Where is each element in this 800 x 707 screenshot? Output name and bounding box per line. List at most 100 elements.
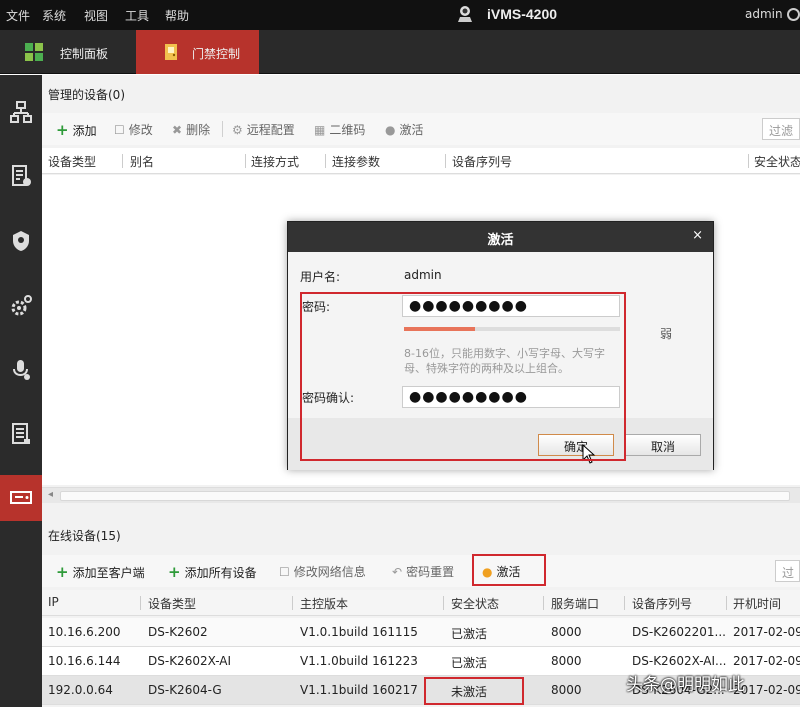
- bulb-icon: ●: [385, 123, 396, 137]
- sidebar-item-settings[interactable]: [0, 283, 42, 329]
- column-divider: [624, 596, 625, 610]
- column-divider: [543, 596, 544, 610]
- modify-button[interactable]: ☐ 修改: [114, 121, 153, 138]
- column-divider: [726, 596, 727, 610]
- scrollbar-thumb[interactable]: [60, 491, 790, 501]
- cell-port: 8000: [551, 625, 582, 639]
- cell-boot-time: 2017-02-09: [733, 625, 800, 639]
- qr-code-button[interactable]: ▦ 二维码: [314, 121, 365, 138]
- door-device-icon: [10, 491, 32, 504]
- cancel-button[interactable]: 取消: [625, 434, 701, 456]
- dialog-title-bar: 激活 ×: [288, 222, 713, 252]
- cell-version: V1.0.1build 161115: [300, 625, 418, 639]
- column-header[interactable]: 主控版本: [300, 595, 348, 612]
- menu-bar: 文件 系统 视图 工具 帮助 iVMS-4200 admin: [0, 0, 800, 30]
- dialog-title: 激活: [487, 233, 514, 248]
- cell-port: 8000: [551, 683, 582, 697]
- add-all-devices-button[interactable]: + 添加所有设备: [168, 563, 257, 581]
- sidebar-item-report[interactable]: [0, 411, 42, 457]
- column-divider: [122, 154, 123, 168]
- menu-file[interactable]: 文件: [6, 7, 30, 24]
- menu-system[interactable]: 系统: [42, 7, 66, 24]
- cell-ip: 10.16.6.200: [48, 625, 121, 639]
- online-toolbar: +添加至客户端 +添加所有设备 ☐修改网络信息 ↶密码重置 ●激活 过滤: [42, 555, 800, 587]
- shield-icon: [13, 231, 29, 251]
- gear-icon: [11, 295, 32, 316]
- current-user[interactable]: admin: [745, 7, 783, 21]
- reset-password-button[interactable]: ↶ 密码重置: [392, 563, 454, 580]
- username-label: 用户名:: [300, 270, 341, 284]
- column-header[interactable]: IP: [48, 595, 59, 609]
- power-icon[interactable]: [787, 8, 800, 21]
- delete-button[interactable]: ✖ 删除: [172, 121, 210, 138]
- cell-status: 已激活: [451, 656, 488, 670]
- cell-version: V1.1.0build 161223: [300, 654, 418, 668]
- device-management-icon: [10, 101, 32, 123]
- activate-button[interactable]: ● 激活: [385, 121, 424, 138]
- cell-status: 已激活: [451, 627, 488, 641]
- column-header[interactable]: 服务端口: [551, 595, 599, 612]
- column-header[interactable]: 开机时间: [733, 595, 781, 612]
- menu-tools[interactable]: 工具: [125, 7, 149, 24]
- modify-network-button[interactable]: ☐ 修改网络信息: [279, 563, 366, 580]
- menu-view[interactable]: 视图: [84, 7, 108, 24]
- close-icon[interactable]: ×: [692, 228, 703, 243]
- column-header[interactable]: 安全状态: [754, 153, 800, 170]
- activate-dialog: 激活 × 用户名: admin 密码: ●●●●●●●●● 弱 8-16位，只能…: [287, 221, 714, 470]
- column-header[interactable]: 别名: [130, 153, 154, 170]
- add-device-button[interactable]: + 添加: [56, 121, 97, 139]
- scroll-left-icon[interactable]: ◂: [48, 489, 53, 500]
- table-row[interactable]: 10.16.6.200 DS-K2602 V1.0.1build 161115 …: [42, 618, 800, 647]
- delete-label: 删除: [186, 123, 211, 137]
- qr-code-label: 二维码: [329, 123, 366, 137]
- filter-input[interactable]: 过滤: [762, 118, 800, 140]
- sidebar-item-voice[interactable]: [0, 347, 42, 393]
- delete-icon: ✖: [172, 123, 183, 137]
- app-title: iVMS-4200: [487, 6, 558, 22]
- column-header[interactable]: 安全状态: [451, 595, 499, 612]
- modify-label: 修改: [128, 123, 153, 137]
- horizontal-scrollbar[interactable]: ◂: [42, 487, 800, 503]
- activate-label: 激活: [399, 123, 424, 137]
- tab-control-panel[interactable]: 控制面板: [0, 30, 130, 74]
- cell-type: DS-K2602: [148, 625, 208, 639]
- report-icon: [12, 423, 30, 444]
- column-divider: [325, 154, 326, 168]
- tab-access-control[interactable]: 门禁控制: [136, 30, 259, 74]
- strength-text: 弱: [660, 327, 673, 341]
- cell-type: DS-K2602X-AI: [148, 654, 232, 668]
- sidebar-item-door-device[interactable]: [0, 475, 42, 521]
- add-to-client-label: 添加至客户端: [72, 566, 145, 580]
- column-divider: [445, 154, 446, 168]
- sidebar-item-access[interactable]: [0, 218, 42, 264]
- remote-config-button[interactable]: ⚙ 远程配置: [232, 121, 295, 138]
- watermark: 头条@明明如此: [626, 675, 745, 695]
- column-header[interactable]: 设备序列号: [632, 595, 692, 612]
- camera-logo-icon: [458, 6, 472, 22]
- microphone-icon: [13, 360, 30, 380]
- event-icon: [12, 165, 31, 186]
- column-header[interactable]: 设备类型: [148, 595, 196, 612]
- cell-ip: 10.16.6.144: [48, 654, 121, 668]
- door-icon: [165, 44, 177, 60]
- menu-help[interactable]: 帮助: [165, 7, 189, 24]
- tab-label: 门禁控制: [192, 47, 241, 61]
- cell-port: 8000: [551, 654, 582, 668]
- gear-icon: ⚙: [232, 123, 243, 137]
- column-divider: [748, 154, 749, 168]
- online-filter-input[interactable]: 过滤: [775, 560, 800, 582]
- column-divider: [292, 596, 293, 610]
- add-to-client-button[interactable]: + 添加至客户端: [56, 563, 145, 581]
- column-header[interactable]: 设备序列号: [452, 153, 512, 170]
- cell-type: DS-K2604-G: [148, 683, 222, 697]
- reset-password-label: 密码重置: [406, 565, 455, 579]
- column-header[interactable]: 连接参数: [332, 153, 380, 170]
- sidebar-item-event[interactable]: [0, 153, 42, 199]
- column-header[interactable]: 连接方式: [251, 153, 299, 170]
- tab-label: 控制面板: [60, 47, 109, 61]
- column-header[interactable]: 设备类型: [48, 153, 96, 170]
- activate-highlight: [472, 554, 546, 586]
- add-label: 添加: [72, 124, 97, 138]
- add-all-label: 添加所有设备: [184, 566, 257, 580]
- sidebar-item-device-management[interactable]: [0, 89, 42, 135]
